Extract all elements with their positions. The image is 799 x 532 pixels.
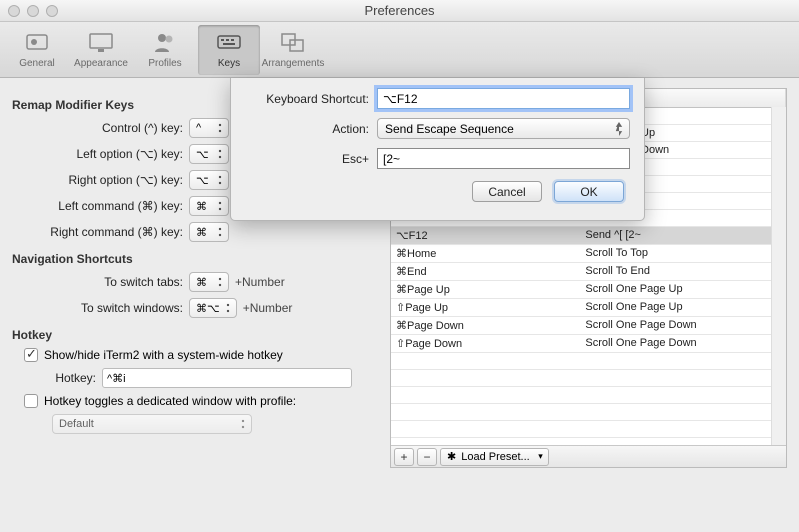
switch-tabs-select[interactable]: ⌘	[189, 272, 229, 292]
hotkey-toggle-label: Hotkey toggles a dedicated window with p…	[44, 394, 296, 408]
cell-key: ⌘End	[391, 262, 580, 280]
switch-icon	[23, 30, 51, 56]
hotkey-toggle-checkbox[interactable]	[24, 394, 38, 408]
cell-key: ⌘Home	[391, 244, 580, 262]
tab-arrangements[interactable]: Arrangements	[262, 25, 324, 75]
cell-key: ⌥F12	[391, 226, 580, 244]
zoom-icon[interactable]	[46, 5, 58, 17]
hotkey-profile-value: Default	[59, 418, 94, 430]
cancel-button[interactable]: Cancel	[472, 181, 542, 202]
cell-action: Scroll One Page Up	[580, 298, 785, 316]
remap-select[interactable]: ⌥	[189, 170, 229, 190]
cell-action: Scroll One Page Down	[580, 316, 785, 334]
cell-action: Scroll To Top	[580, 244, 785, 262]
tab-appearance-label: Appearance	[74, 58, 128, 69]
remap-value: ⌥	[196, 148, 209, 161]
edit-shortcut-sheet: Keyboard Shortcut: Action: Send Escape S…	[230, 78, 645, 221]
hotkey-input[interactable]	[102, 368, 352, 388]
people-icon	[151, 30, 179, 56]
tab-appearance[interactable]: Appearance	[70, 25, 132, 75]
load-preset-button[interactable]: Load Preset...	[440, 448, 549, 466]
switch-tabs-suffix: +Number	[235, 275, 285, 289]
sheet-action-value: Send Escape Sequence	[385, 122, 514, 136]
table-row[interactable]: ⇧Page UpScroll One Page Up	[391, 298, 786, 316]
table-row[interactable]: ⌥F12Send ^[ [2~	[391, 226, 786, 244]
hotkey-label: Hotkey:	[12, 371, 102, 385]
sheet-action-label: Action:	[245, 122, 377, 136]
sheet-action-select[interactable]: Send Escape Sequence	[377, 118, 630, 139]
remap-label: Left command (⌘) key:	[12, 199, 189, 213]
tab-profiles-label: Profiles	[148, 58, 181, 69]
cell-key: ⌘Page Down	[391, 316, 580, 334]
table-row[interactable]	[391, 403, 786, 420]
cell-action: Scroll One Page Up	[580, 280, 785, 298]
table-row[interactable]	[391, 369, 786, 386]
remap-label: Left option (⌥) key:	[12, 147, 189, 161]
remap-value: ^	[196, 122, 201, 134]
tab-general[interactable]: General	[6, 25, 68, 75]
hotkey-profile-select[interactable]: Default	[52, 414, 252, 434]
table-row[interactable]	[391, 352, 786, 369]
tab-keys[interactable]: Keys	[198, 25, 260, 75]
remove-button[interactable]: −	[417, 448, 437, 466]
remap-select[interactable]: ⌘	[189, 196, 229, 216]
switch-windows-select[interactable]: ⌘⌥	[189, 298, 237, 318]
remap-value: ⌘	[196, 226, 207, 239]
switch-windows-label: To switch windows:	[12, 301, 189, 315]
remap-label: Right command (⌘) key:	[12, 225, 189, 239]
table-row[interactable]	[391, 386, 786, 403]
cell-action: Send ^[ [2~	[580, 226, 785, 244]
tab-arrangements-label: Arrangements	[262, 58, 325, 69]
add-button[interactable]: +	[394, 448, 414, 466]
switch-tabs-label: To switch tabs:	[12, 275, 189, 289]
switch-windows-suffix: +Number	[243, 301, 293, 315]
table-row[interactable]: ⌘Page UpScroll One Page Up	[391, 280, 786, 298]
titlebar: Preferences	[0, 0, 799, 22]
tab-keys-label: Keys	[218, 58, 240, 69]
remap-value: ⌥	[196, 174, 209, 187]
switch-tabs-value: ⌘	[196, 276, 207, 289]
toolbar: General Appearance Profiles Keys Arrange…	[0, 22, 799, 78]
sheet-esc-input[interactable]	[377, 148, 630, 169]
cell-key: ⌘Page Up	[391, 280, 580, 298]
show-hide-checkbox[interactable]	[24, 348, 38, 362]
traffic-lights	[8, 5, 58, 17]
remap-select[interactable]: ⌥	[189, 144, 229, 164]
switch-windows-value: ⌘⌥	[196, 302, 220, 315]
tab-profiles[interactable]: Profiles	[134, 25, 196, 75]
nav-heading: Navigation Shortcuts	[12, 252, 382, 266]
tab-general-label: General	[19, 58, 55, 69]
table-row[interactable]: ⇧Page DownScroll One Page Down	[391, 334, 786, 352]
sheet-shortcut-label: Keyboard Shortcut:	[245, 92, 377, 106]
close-icon[interactable]	[8, 5, 20, 17]
cell-key: ⇧Page Up	[391, 298, 580, 316]
sheet-esc-label: Esc+	[245, 152, 377, 166]
hotkey-heading: Hotkey	[12, 328, 382, 342]
table-footer: + − Load Preset...	[391, 445, 786, 467]
table-row[interactable]: ⌘HomeScroll To Top	[391, 244, 786, 262]
cell-action: Scroll One Page Down	[580, 334, 785, 352]
scrollbar[interactable]	[771, 107, 786, 445]
monitor-icon	[87, 30, 115, 56]
show-hide-label: Show/hide iTerm2 with a system-wide hotk…	[44, 348, 283, 362]
minimize-icon[interactable]	[27, 5, 39, 17]
remap-select[interactable]: ⌘	[189, 222, 229, 242]
table-row[interactable]: ⌘Page DownScroll One Page Down	[391, 316, 786, 334]
remap-value: ⌘	[196, 200, 207, 213]
ok-button[interactable]: OK	[554, 181, 624, 202]
keys-icon	[215, 30, 243, 56]
window-title: Preferences	[364, 3, 434, 18]
windows-icon	[279, 30, 307, 56]
remap-label: Right option (⌥) key:	[12, 173, 189, 187]
remap-label: Control (^) key:	[12, 121, 189, 135]
cell-key: ⇧Page Down	[391, 334, 580, 352]
table-row[interactable]: ⌘EndScroll To End	[391, 262, 786, 280]
load-preset-label: Load Preset...	[461, 451, 530, 463]
sheet-shortcut-input[interactable]	[377, 88, 630, 109]
cell-action: Scroll To End	[580, 262, 785, 280]
remap-select[interactable]: ^	[189, 118, 229, 138]
table-row[interactable]	[391, 420, 786, 437]
